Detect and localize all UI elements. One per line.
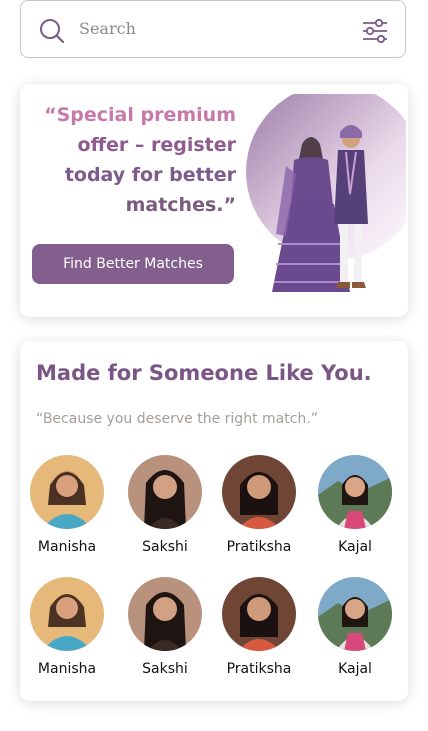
profile-name: Kajal <box>338 539 372 555</box>
profile-card[interactable]: Sakshi <box>118 455 212 555</box>
offer-headline-line: matches.” <box>125 194 236 216</box>
offer-headline-line: offer – register <box>77 134 236 156</box>
profile-card[interactable]: Kajal <box>308 455 402 555</box>
profile-card[interactable]: Pratiksha <box>212 455 306 555</box>
filter-icon[interactable] <box>361 17 389 45</box>
search-bar[interactable]: Search <box>20 0 406 58</box>
couple-illustration <box>246 94 406 292</box>
avatar[interactable] <box>128 455 202 529</box>
offer-headline-line: “Special premium <box>44 104 236 126</box>
profile-name: Pratiksha <box>226 539 292 555</box>
profile-name: Manisha <box>37 661 97 677</box>
avatar[interactable] <box>30 455 104 529</box>
profile-card[interactable]: Sakshi <box>118 577 212 677</box>
search-icon[interactable] <box>39 18 65 44</box>
profile-card[interactable]: Manisha <box>20 455 114 555</box>
premium-offer-card: “Special premium offer – register today … <box>20 84 408 317</box>
profile-name: Manisha <box>37 539 97 555</box>
offer-headline-line: today for better <box>64 164 236 186</box>
matches-card: Made for Someone Like You. “Because you … <box>20 341 408 701</box>
avatar[interactable] <box>30 577 104 651</box>
profile-card[interactable]: Pratiksha <box>212 577 306 677</box>
profile-card[interactable]: Manisha <box>20 577 114 677</box>
avatar[interactable] <box>222 455 296 529</box>
profile-name: Sakshi <box>142 539 188 555</box>
search-input[interactable]: Search <box>79 19 136 38</box>
profile-name: Kajal <box>338 661 372 677</box>
avatar[interactable] <box>318 455 392 529</box>
avatar[interactable] <box>318 577 392 651</box>
avatar[interactable] <box>222 577 296 651</box>
profile-card[interactable]: Kajal <box>308 577 402 677</box>
section-title: Made for Someone Like You. <box>36 361 372 385</box>
section-tagline: “Because you deserve the right match.” <box>36 411 318 427</box>
find-better-matches-button[interactable]: Find Better Matches <box>32 244 234 284</box>
profile-name: Sakshi <box>142 661 188 677</box>
profile-name: Pratiksha <box>226 661 292 677</box>
offer-headline: “Special premium offer – register today … <box>36 100 236 220</box>
avatar[interactable] <box>128 577 202 651</box>
